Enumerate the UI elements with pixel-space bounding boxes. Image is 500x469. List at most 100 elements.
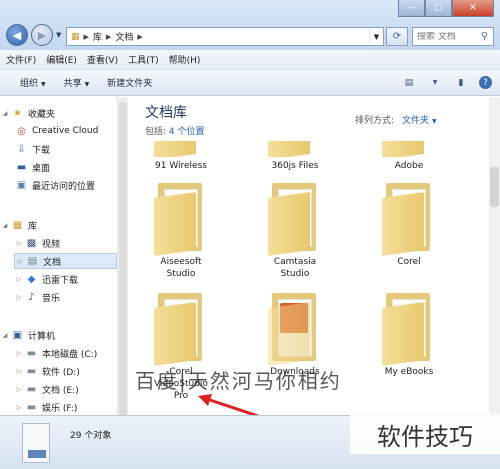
nav-videos[interactable]: ▷ ▩ 视频 bbox=[14, 235, 60, 251]
breadcrumb-separator[interactable]: ▶ bbox=[84, 33, 89, 41]
sidebar-scrollbar[interactable] bbox=[118, 97, 128, 417]
folder-my-ebooks[interactable]: My eBooks bbox=[373, 293, 445, 378]
folder-icon bbox=[382, 183, 436, 256]
nav-drive-f[interactable]: ▷ ▬ 娱乐 (F:) bbox=[14, 399, 78, 415]
explorer-window: — ▢ ✕ ◀ ▶ ▼ ▦ ▶ 库 ▶ 文档 ▶ ▼ ⟳ ⚲ 文件(F) 编辑(… bbox=[0, 0, 500, 469]
expand-icon[interactable]: ▷ bbox=[14, 276, 24, 283]
help-icon[interactable]: ? bbox=[479, 76, 492, 89]
refresh-icon: ⟳ bbox=[392, 31, 402, 42]
menu-view[interactable]: 查看(V) bbox=[87, 53, 118, 66]
collapse-icon[interactable]: ◢ bbox=[0, 222, 10, 229]
expand-icon[interactable]: ▷ bbox=[14, 404, 24, 411]
view-controls: ▤ ▼ ▮ ? bbox=[401, 76, 492, 89]
drive-icon: ▬ bbox=[26, 383, 37, 395]
library-locations-link[interactable]: 4 个位置 bbox=[169, 127, 205, 137]
item-count: 29 个对象 bbox=[70, 431, 112, 441]
view-mode-icon[interactable]: ▤ bbox=[401, 76, 417, 89]
library-documents-icon bbox=[22, 423, 50, 463]
breadcrumb-libraries[interactable]: 库 bbox=[93, 30, 102, 43]
folder-360js-files[interactable]: 360js Files bbox=[259, 141, 331, 172]
menu-edit[interactable]: 编辑(E) bbox=[46, 53, 77, 66]
back-button[interactable]: ◀ bbox=[6, 24, 28, 46]
content-scroll-thumb[interactable] bbox=[490, 167, 499, 207]
breadcrumb-documents[interactable]: 文档 bbox=[115, 30, 133, 43]
refresh-button[interactable]: ⟳ bbox=[386, 27, 408, 46]
download-icon: ⇩ bbox=[17, 143, 26, 155]
sidebar-scroll-thumb[interactable] bbox=[119, 102, 127, 417]
nav-creative-cloud[interactable]: ◎ Creative Cloud bbox=[14, 123, 98, 139]
thunder-icon: ◆ bbox=[27, 273, 36, 285]
new-folder-button[interactable]: 新建文件夹 bbox=[107, 76, 152, 89]
folder-icon bbox=[268, 141, 322, 157]
library-icon: ▦ bbox=[12, 219, 23, 231]
computer-icon: ▣ bbox=[12, 329, 23, 341]
nav-documents[interactable]: ▷ ▤ 文档 bbox=[14, 253, 117, 269]
arrow-left-icon: ◀ bbox=[12, 28, 22, 42]
chevron-down-icon: ▼ bbox=[41, 81, 46, 88]
folder-adobe[interactable]: Adobe bbox=[373, 141, 445, 172]
expand-icon[interactable]: ▷ bbox=[14, 350, 24, 357]
nav-favorites[interactable]: ◢ ★ 收藏夹 bbox=[0, 105, 55, 121]
address-bar[interactable]: ▦ ▶ 库 ▶ 文档 ▶ ▼ bbox=[66, 27, 384, 46]
music-icon: ♪ bbox=[28, 291, 35, 303]
expand-icon[interactable]: ▷ bbox=[14, 386, 24, 393]
address-dropdown[interactable]: ▼ bbox=[369, 28, 383, 45]
expand-icon[interactable]: ▷ bbox=[14, 294, 24, 301]
nav-drive-e[interactable]: ▷ ▬ 文档 (E:) bbox=[14, 381, 79, 397]
folder-aiseesoft-studio[interactable]: Aiseesoft Studio bbox=[145, 183, 217, 280]
drive-icon: ▬ bbox=[26, 365, 37, 377]
collapse-icon[interactable]: ◢ bbox=[0, 110, 10, 117]
navigation-pane: ◢ ★ 收藏夹 ◎ Creative Cloud ⇩ 下载 ▬ 桌面 ▣ 最近访… bbox=[0, 97, 118, 415]
document-icon: ▤ bbox=[27, 255, 38, 267]
nav-drive-d[interactable]: ▷ ▬ 软件 (D:) bbox=[14, 363, 80, 379]
arrange-by-dropdown[interactable]: 文件夹 ▼ bbox=[402, 113, 437, 126]
content-scrollbar[interactable] bbox=[489, 97, 500, 415]
nav-libraries[interactable]: ◢ ▦ 库 bbox=[0, 217, 37, 233]
minimize-icon: — bbox=[407, 3, 416, 13]
desktop-icon: ▬ bbox=[16, 161, 27, 173]
folder-icon bbox=[382, 293, 436, 366]
history-dropdown[interactable]: ▼ bbox=[56, 31, 61, 39]
chevron-down-icon: ▼ bbox=[84, 81, 90, 88]
breadcrumb-separator[interactable]: ▶ bbox=[137, 33, 142, 41]
nav-drive-c[interactable]: ▷ ▬ 本地磁盘 (C:) bbox=[14, 345, 98, 361]
maximize-icon: ▢ bbox=[434, 3, 443, 13]
expand-icon[interactable]: ▷ bbox=[14, 240, 24, 247]
preview-pane-icon[interactable]: ▮ bbox=[453, 76, 469, 89]
folder-camtasia-studio[interactable]: Camtasia Studio bbox=[259, 183, 331, 280]
folder-91-wireless[interactable]: 91 Wireless bbox=[145, 141, 217, 172]
folder-corel[interactable]: Corel bbox=[373, 183, 445, 268]
nav-thunder-downloads[interactable]: ▷ ◆ 迅雷下载 bbox=[14, 271, 78, 287]
nav-recent-places[interactable]: ▣ 最近访问的位置 bbox=[14, 177, 95, 193]
forward-button[interactable]: ▶ bbox=[31, 24, 53, 46]
menu-tools[interactable]: 工具(T) bbox=[128, 53, 159, 66]
expand-icon[interactable]: ▷ bbox=[14, 368, 24, 375]
nav-downloads[interactable]: ⇩ 下载 bbox=[14, 141, 50, 157]
menu-bar: 文件(F) 编辑(E) 查看(V) 工具(T) 帮助(H) bbox=[0, 50, 500, 70]
expand-icon[interactable]: ▷ bbox=[15, 258, 25, 265]
nav-desktop[interactable]: ▬ 桌面 bbox=[14, 159, 50, 175]
window-controls: — ▢ ✕ bbox=[398, 0, 494, 17]
search-icon[interactable]: ⚲ bbox=[481, 31, 488, 42]
title-bar: — ▢ ✕ ◀ ▶ ▼ ▦ ▶ 库 ▶ 文档 ▶ ▼ ⟳ ⚲ bbox=[0, 0, 500, 50]
nav-computer[interactable]: ◢ ▣ 计算机 bbox=[0, 327, 55, 343]
search-box[interactable]: ⚲ bbox=[412, 27, 494, 46]
folder-icon bbox=[154, 183, 208, 256]
star-icon: ★ bbox=[13, 107, 22, 119]
creative-cloud-icon: ◎ bbox=[17, 125, 26, 137]
breadcrumb-separator[interactable]: ▶ bbox=[106, 33, 111, 41]
folder-icon bbox=[382, 141, 436, 157]
close-button[interactable]: ✕ bbox=[452, 0, 494, 17]
maximize-button[interactable]: ▢ bbox=[425, 0, 452, 17]
collapse-icon[interactable]: ◢ bbox=[0, 332, 10, 339]
minimize-button[interactable]: — bbox=[398, 0, 425, 17]
search-input[interactable] bbox=[417, 31, 481, 42]
close-icon: ✕ bbox=[469, 3, 477, 13]
nav-music[interactable]: ▷ ♪ 音乐 bbox=[14, 289, 60, 305]
menu-file[interactable]: 文件(F) bbox=[6, 53, 36, 66]
view-dropdown-icon[interactable]: ▼ bbox=[427, 76, 443, 89]
share-button[interactable]: 共享 ▼ bbox=[64, 76, 90, 89]
library-icon: ▦ bbox=[71, 31, 80, 42]
organize-button[interactable]: 组织 ▼ bbox=[20, 76, 46, 89]
menu-help[interactable]: 帮助(H) bbox=[169, 53, 201, 66]
